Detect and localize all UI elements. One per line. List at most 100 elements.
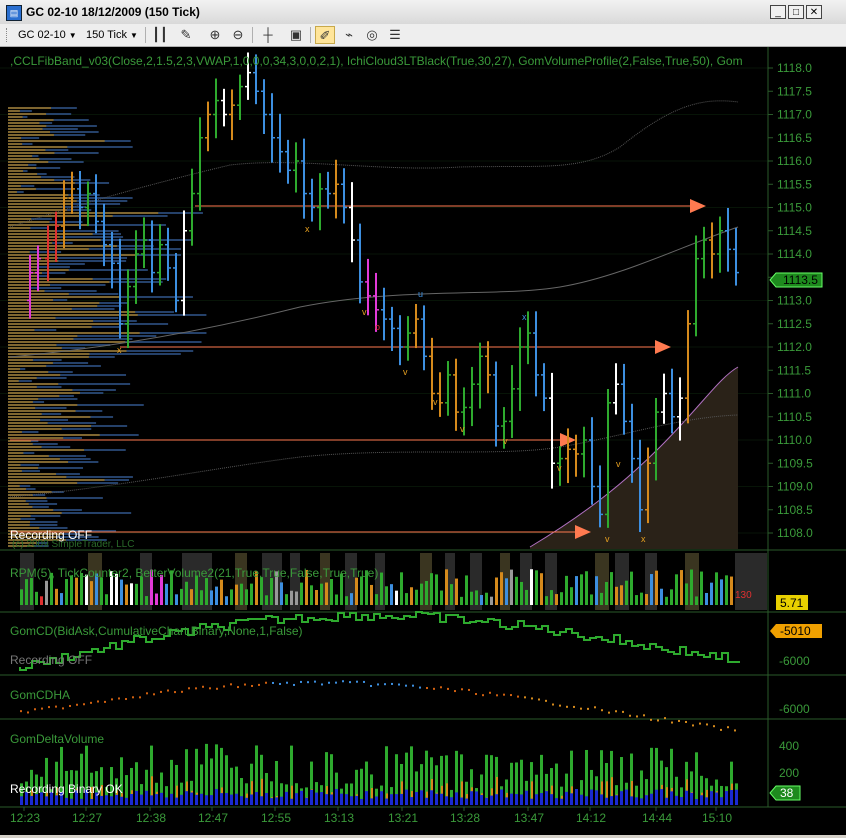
volume-profile-bar xyxy=(8,167,36,169)
gomcdha-dot xyxy=(489,692,491,694)
volume-profile-bar xyxy=(8,512,62,514)
rpm-bar xyxy=(585,571,588,605)
copyright-label: (c) 2009 SimpleTrader, LLC xyxy=(12,539,134,550)
volume-profile-bar xyxy=(8,488,26,490)
volume-profile-bar xyxy=(8,509,53,511)
interval-selector[interactable]: 150 Tick ▼ xyxy=(86,26,138,44)
volume-profile-bar xyxy=(8,293,69,295)
price-tick-label: 1113.0 xyxy=(777,294,812,308)
delta-volume-bar-bid xyxy=(545,791,548,805)
delta-volume-bar-bid xyxy=(485,798,488,805)
time-tick-label: 15:10 xyxy=(702,811,732,825)
instrument-dropdown-icon[interactable]: ▼ xyxy=(69,31,77,40)
gomcdha-dot xyxy=(524,696,526,698)
delta-volume-bar-bid xyxy=(370,798,373,805)
price-tick-label: 1108.5 xyxy=(777,503,813,517)
delta-volume-bar-bid xyxy=(225,793,228,805)
rpm-bar xyxy=(270,578,273,605)
volume-profile-bar xyxy=(8,311,135,313)
rpm-bar xyxy=(355,578,358,605)
gomcdha-dot xyxy=(636,715,638,717)
volume-profile-bar xyxy=(8,437,63,439)
gomcdha-dot xyxy=(601,709,603,711)
volume-profile-bar xyxy=(8,158,39,160)
volume-profile-bar xyxy=(8,407,35,409)
delta-y-tick: 200 xyxy=(779,766,799,780)
rpm-bar xyxy=(600,593,603,605)
rpm-bar xyxy=(665,597,668,605)
chart-window-icon[interactable]: ▤ xyxy=(6,5,22,21)
volume-profile-bar xyxy=(8,518,21,520)
gomcdha-dot xyxy=(83,703,85,705)
price-tick-label: 1115.5 xyxy=(777,177,812,191)
instrument-label: GC 02-10 xyxy=(18,29,66,41)
time-tick-label: 13:13 xyxy=(324,811,354,825)
interval-dropdown-icon[interactable]: ▼ xyxy=(130,31,138,40)
volume-profile-bar xyxy=(8,323,122,325)
rpm-bar xyxy=(675,574,678,605)
volume-profile-bar xyxy=(8,515,31,517)
bar-marker: u xyxy=(418,289,423,299)
zoom-in-icon[interactable]: ⊕ xyxy=(205,26,225,44)
volume-profile-bar xyxy=(8,416,90,418)
properties-icon[interactable]: ▣ xyxy=(286,26,306,44)
volume-profile-bar xyxy=(8,419,40,421)
delta-volume-bar-bid xyxy=(380,791,383,805)
delta-volume-bar-bid xyxy=(560,799,563,805)
rpm-bar xyxy=(370,585,373,605)
rpm-bar xyxy=(535,570,538,605)
delta-volume-bar-bid xyxy=(710,791,713,805)
chart-canvas[interactable]: x x v v v v v v v v x u x o ,CCLFibBand_… xyxy=(0,47,846,835)
strategies-icon[interactable]: ◎ xyxy=(362,26,382,44)
rpm-bar xyxy=(165,584,168,605)
minimize-icon[interactable]: _ xyxy=(770,5,786,19)
chart-trader-icon[interactable]: ⌁ xyxy=(339,26,359,44)
rpm-bar xyxy=(90,581,93,605)
volume-profile-bar xyxy=(8,461,68,463)
rpm-bar xyxy=(210,590,213,605)
price-tick-label: 1117.0 xyxy=(777,108,812,122)
volume-profile-bar xyxy=(8,260,58,262)
drawing-tool-icon[interactable]: ✎ xyxy=(176,26,196,44)
delta-volume-bar-bid xyxy=(385,799,388,805)
close-icon[interactable]: ✕ xyxy=(806,5,822,19)
maximize-icon[interactable]: □ xyxy=(788,5,804,19)
gomcdha-dot xyxy=(265,682,267,684)
crosshair-icon[interactable]: ┼ xyxy=(258,26,278,44)
delta-volume-bar-bid xyxy=(735,790,738,805)
gomcdha-dot xyxy=(153,693,155,695)
gomcdha-dot xyxy=(545,700,547,702)
volume-profile-bar xyxy=(8,113,46,115)
rpm-bar xyxy=(650,574,653,605)
volume-profile-bar xyxy=(8,404,77,406)
volume-profile-bar xyxy=(8,110,20,112)
instrument-selector[interactable]: GC 02-10 ▼ xyxy=(18,26,77,44)
chart-area[interactable]: x x v v v v v v v v x u x o ,CCLFibBand_… xyxy=(0,47,846,835)
delta-volume-bar-bid xyxy=(245,798,248,805)
gomcdha-dot xyxy=(650,719,652,721)
volume-profile-bar xyxy=(8,320,93,322)
rpm-bar xyxy=(190,589,193,605)
delta-volume-bar-bid xyxy=(260,796,263,805)
rpm-bar xyxy=(350,593,353,605)
time-tick-label: 12:27 xyxy=(72,811,102,825)
zoom-out-icon[interactable]: ⊖ xyxy=(228,26,248,44)
bar-type-icon[interactable]: ┃┃ xyxy=(150,26,170,44)
gomcdha-dot xyxy=(426,687,428,689)
rpm-bar xyxy=(345,596,348,605)
price-tick-label: 1111.5 xyxy=(777,363,811,377)
volume-profile-bar xyxy=(8,443,33,445)
rpm-bar xyxy=(180,589,183,605)
rpm-bar xyxy=(445,569,448,605)
gomcdha-dot xyxy=(433,688,435,690)
volume-profile-bar xyxy=(8,446,42,448)
gomcdha-dot xyxy=(188,687,190,689)
data-box-icon[interactable]: ✐ xyxy=(315,26,335,44)
volume-profile-bar xyxy=(8,482,77,484)
rpm-bar xyxy=(60,593,63,605)
indicators-icon[interactable]: ☰ xyxy=(385,26,405,44)
rpm-bar xyxy=(540,573,543,605)
volume-profile-bar xyxy=(8,164,28,166)
rpm-bar xyxy=(710,583,713,605)
delta-volume-bar-bid xyxy=(470,791,473,805)
